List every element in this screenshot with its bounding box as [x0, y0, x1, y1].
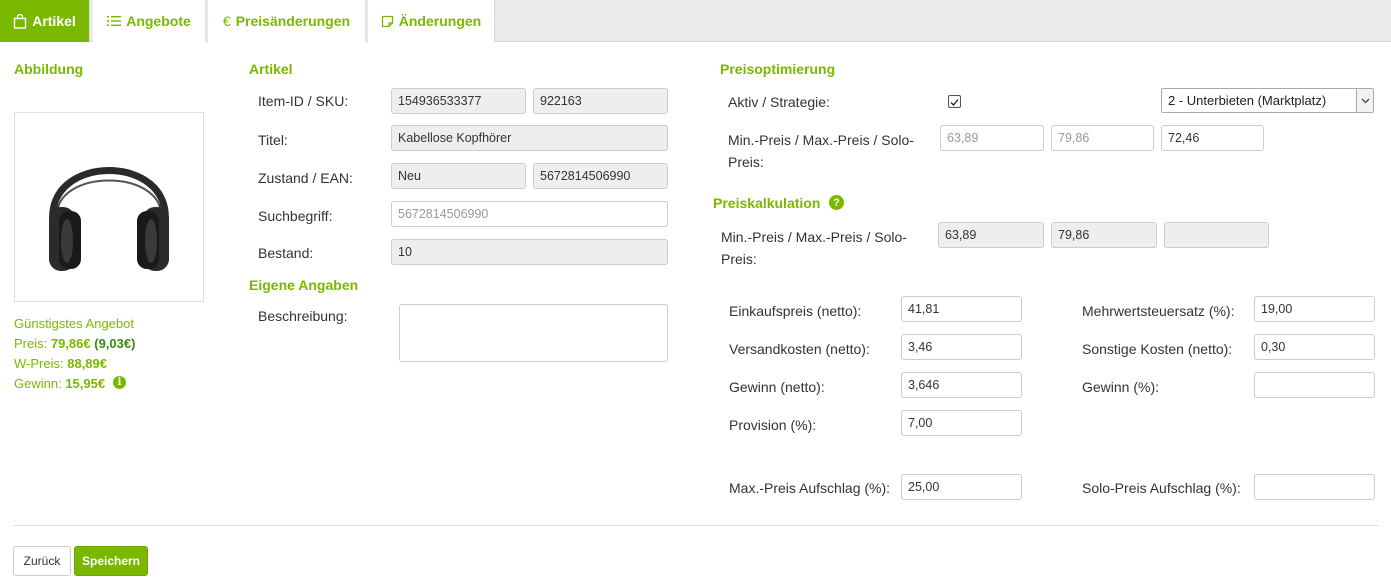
max-markup-input[interactable]	[901, 474, 1022, 500]
best-offer-price: Preis: 79,86€ (9,03€)	[14, 334, 135, 354]
active-strategy-label: Aktiv / Strategie:	[728, 94, 830, 110]
tab-aenderungen[interactable]: Änderungen	[368, 0, 495, 42]
help-icon[interactable]: ?	[829, 195, 844, 210]
calc-price-label-1: Min.-Preis / Max.-Preis / Solo-	[721, 229, 907, 245]
commission-input[interactable]	[901, 410, 1022, 436]
profit: Gewinn: 15,95€	[14, 374, 105, 394]
tab-artikel[interactable]: Artikel	[0, 0, 90, 42]
own-data-heading: Eigene Angaben	[249, 277, 359, 293]
purchase-price-input[interactable]	[901, 296, 1022, 322]
vat-input[interactable]	[1254, 296, 1375, 322]
sku-field[interactable]	[533, 88, 668, 114]
tab-bar: Artikel Angebote € Preisänderungen Änder…	[0, 0, 1391, 42]
title-field[interactable]	[391, 125, 668, 151]
stock-label: Bestand:	[258, 245, 314, 261]
calculation-heading: Preiskalkulation	[713, 195, 821, 211]
tab-label: Artikel	[32, 13, 76, 29]
active-checkbox[interactable]	[948, 95, 961, 108]
divider	[13, 525, 1379, 526]
calc-min-price-field[interactable]	[938, 222, 1044, 248]
product-image	[14, 112, 204, 302]
condition-field[interactable]	[391, 163, 526, 189]
price-value: 79,86€	[50, 336, 91, 351]
optimization-heading: Preisoptimierung	[720, 61, 836, 77]
w-price-value: 88,89€	[67, 356, 107, 371]
note-icon	[381, 15, 393, 27]
solo-markup-input[interactable]	[1254, 474, 1375, 500]
solo-markup-label: Solo-Preis Aufschlag (%):	[1082, 480, 1241, 496]
calc-solo-price-field[interactable]	[1164, 222, 1269, 248]
profit-value: 15,95€	[65, 376, 106, 391]
opt-solo-price-input[interactable]	[1161, 125, 1264, 151]
tab-label: Änderungen	[398, 13, 482, 29]
stock-field[interactable]	[391, 239, 668, 265]
title-label: Titel:	[258, 132, 288, 148]
price-diff: (9,03€)	[94, 336, 136, 351]
profit-percent-input[interactable]	[1254, 372, 1375, 398]
strategy-select[interactable]: 2 - Unterbieten (Marktplatz)	[1161, 88, 1374, 113]
save-button[interactable]: Speichern	[74, 546, 148, 576]
tab-label: Angebote	[126, 13, 191, 29]
bag-icon	[14, 13, 27, 29]
search-term-label: Suchbegriff:	[258, 208, 333, 224]
other-costs-input[interactable]	[1254, 334, 1375, 360]
article-heading: Artikel	[249, 61, 293, 77]
search-term-input[interactable]	[391, 201, 668, 227]
shipping-cost-label: Versandkosten (netto):	[729, 341, 870, 357]
check-icon	[950, 99, 959, 106]
description-textarea[interactable]	[399, 304, 668, 362]
item-id-label: Item-ID / SKU:	[258, 93, 349, 109]
description-label: Beschreibung:	[258, 308, 348, 324]
opt-price-label-2: Preis:	[728, 154, 764, 170]
list-icon	[107, 16, 122, 26]
vat-label: Mehrwertsteuersatz (%):	[1082, 303, 1235, 319]
opt-min-price-input[interactable]	[940, 125, 1044, 151]
tab-angebote[interactable]: Angebote	[93, 0, 206, 42]
profit-net-label: Gewinn (netto):	[729, 379, 825, 395]
tab-preisaenderungen[interactable]: € Preisänderungen	[208, 0, 366, 42]
shipping-cost-input[interactable]	[901, 334, 1022, 360]
strategy-value: 2 - Unterbieten (Marktplatz)	[1168, 93, 1327, 108]
best-offer-label: Günstigstes Angebot	[14, 316, 134, 331]
opt-max-price-input[interactable]	[1051, 125, 1154, 151]
back-button[interactable]: Zurück	[13, 546, 71, 576]
purchase-price-label: Einkaufspreis (netto):	[729, 303, 862, 319]
item-id-field[interactable]	[391, 88, 526, 114]
chevron-down-icon	[1356, 89, 1373, 112]
w-price: W-Preis: 88,89€	[14, 354, 107, 374]
profit-label: Gewinn:	[14, 376, 62, 391]
calc-max-price-field[interactable]	[1051, 222, 1157, 248]
profit-net-input[interactable]	[901, 372, 1022, 398]
image-heading: Abbildung	[14, 61, 84, 77]
condition-ean-label: Zustand / EAN:	[258, 170, 353, 186]
info-icon[interactable]: i	[113, 376, 126, 389]
profit-percent-label: Gewinn (%):	[1082, 379, 1160, 395]
other-costs-label: Sonstige Kosten (netto):	[1082, 341, 1233, 357]
w-price-label: W-Preis:	[14, 356, 64, 371]
ean-field[interactable]	[533, 163, 668, 189]
max-markup-label: Max.-Preis Aufschlag (%):	[729, 480, 891, 496]
price-label: Preis:	[14, 336, 48, 351]
euro-icon: €	[222, 13, 231, 29]
opt-price-label-1: Min.-Preis / Max.-Preis / Solo-	[728, 132, 914, 148]
tab-label: Preisänderungen	[235, 13, 351, 29]
commission-label: Provision (%):	[729, 417, 817, 433]
calc-price-label-2: Preis:	[721, 251, 757, 267]
headphones-image	[49, 167, 169, 271]
